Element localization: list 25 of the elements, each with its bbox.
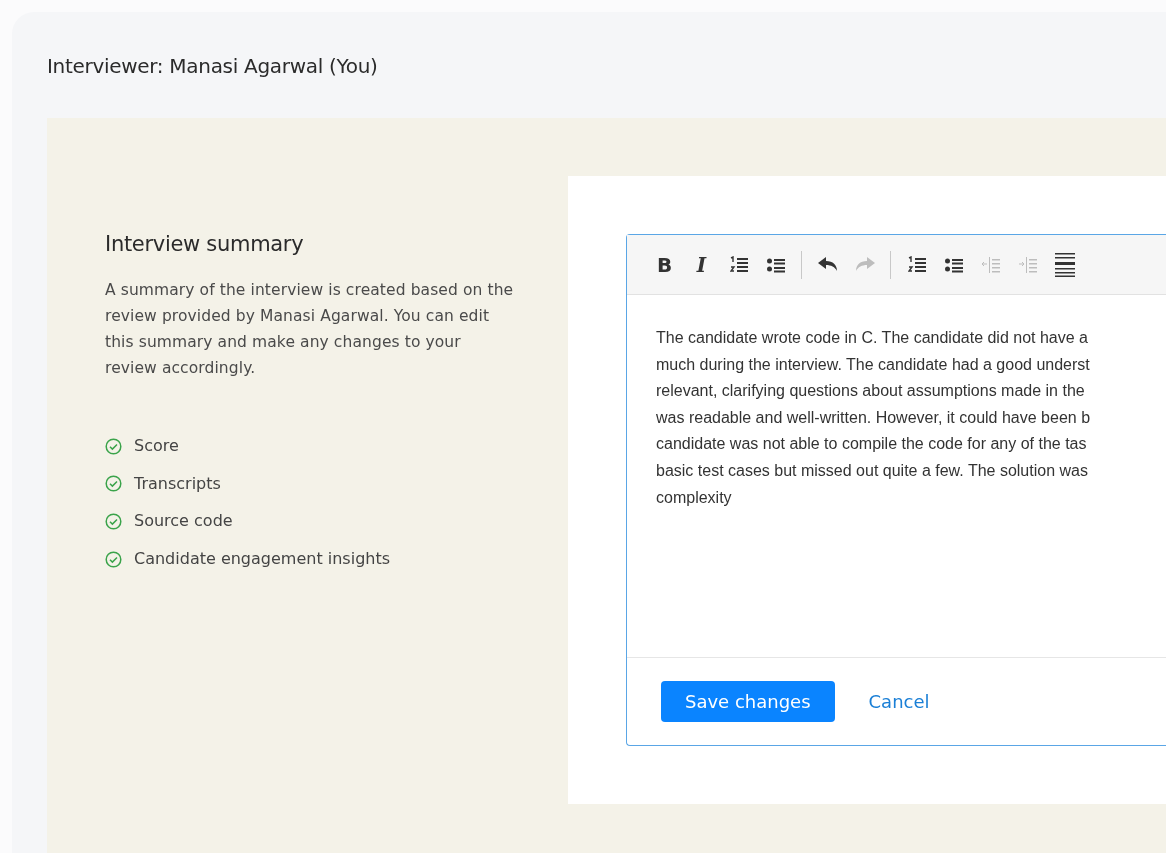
section-heading: Interview summary — [105, 232, 305, 258]
summary-text-line: much during the interview. The candidate had a good underst — [656, 354, 1091, 375]
summary-description: A summary of the interview is created based on the review provided by Manasi Agarwal. You can edit this summary and make any changes to your review accordingly. — [105, 280, 515, 380]
interviewer-title: Interviewer: Manasi Agarwal (You) — [47, 53, 379, 80]
bullet-list-icon[interactable] — [766, 256, 785, 273]
numbered-list-icon[interactable] — [729, 255, 748, 274]
save-button[interactable]: Save changes — [661, 681, 835, 722]
summary-text-line: basic test cases but missed out quite a few. The solution was — [656, 460, 1089, 481]
summary-text-line: candidate was not able to compile the code for any of the tas — [656, 434, 1088, 455]
bullet-list-icon[interactable] — [944, 256, 963, 273]
checklist-item: Candidate engagement insights — [134, 548, 391, 571]
undo-arrow-icon[interactable] — [817, 257, 838, 272]
numbered-list-icon[interactable] — [907, 255, 926, 274]
checklist-item: Transcripts — [134, 472, 221, 495]
checklist-item: Source code — [134, 510, 233, 533]
rich-text-editor[interactable] — [626, 234, 1166, 746]
checklist-item: Score — [134, 435, 179, 458]
horizontal-rule-icon[interactable] — [1054, 252, 1075, 277]
italic-button[interactable]: I — [684, 247, 719, 282]
summary-text-line: was readable and well-written. However, it could have been b — [656, 407, 1092, 428]
bold-button[interactable]: B — [647, 247, 682, 282]
summary-text-line: complexity — [656, 487, 733, 508]
cancel-link[interactable]: Cancel — [868, 688, 930, 715]
summary-text-line: The candidate wrote code in C. The candidate did not have a — [656, 328, 1089, 348]
summary-text-line: relevant, clarifying questions about assumptions made in the — [656, 381, 1086, 402]
